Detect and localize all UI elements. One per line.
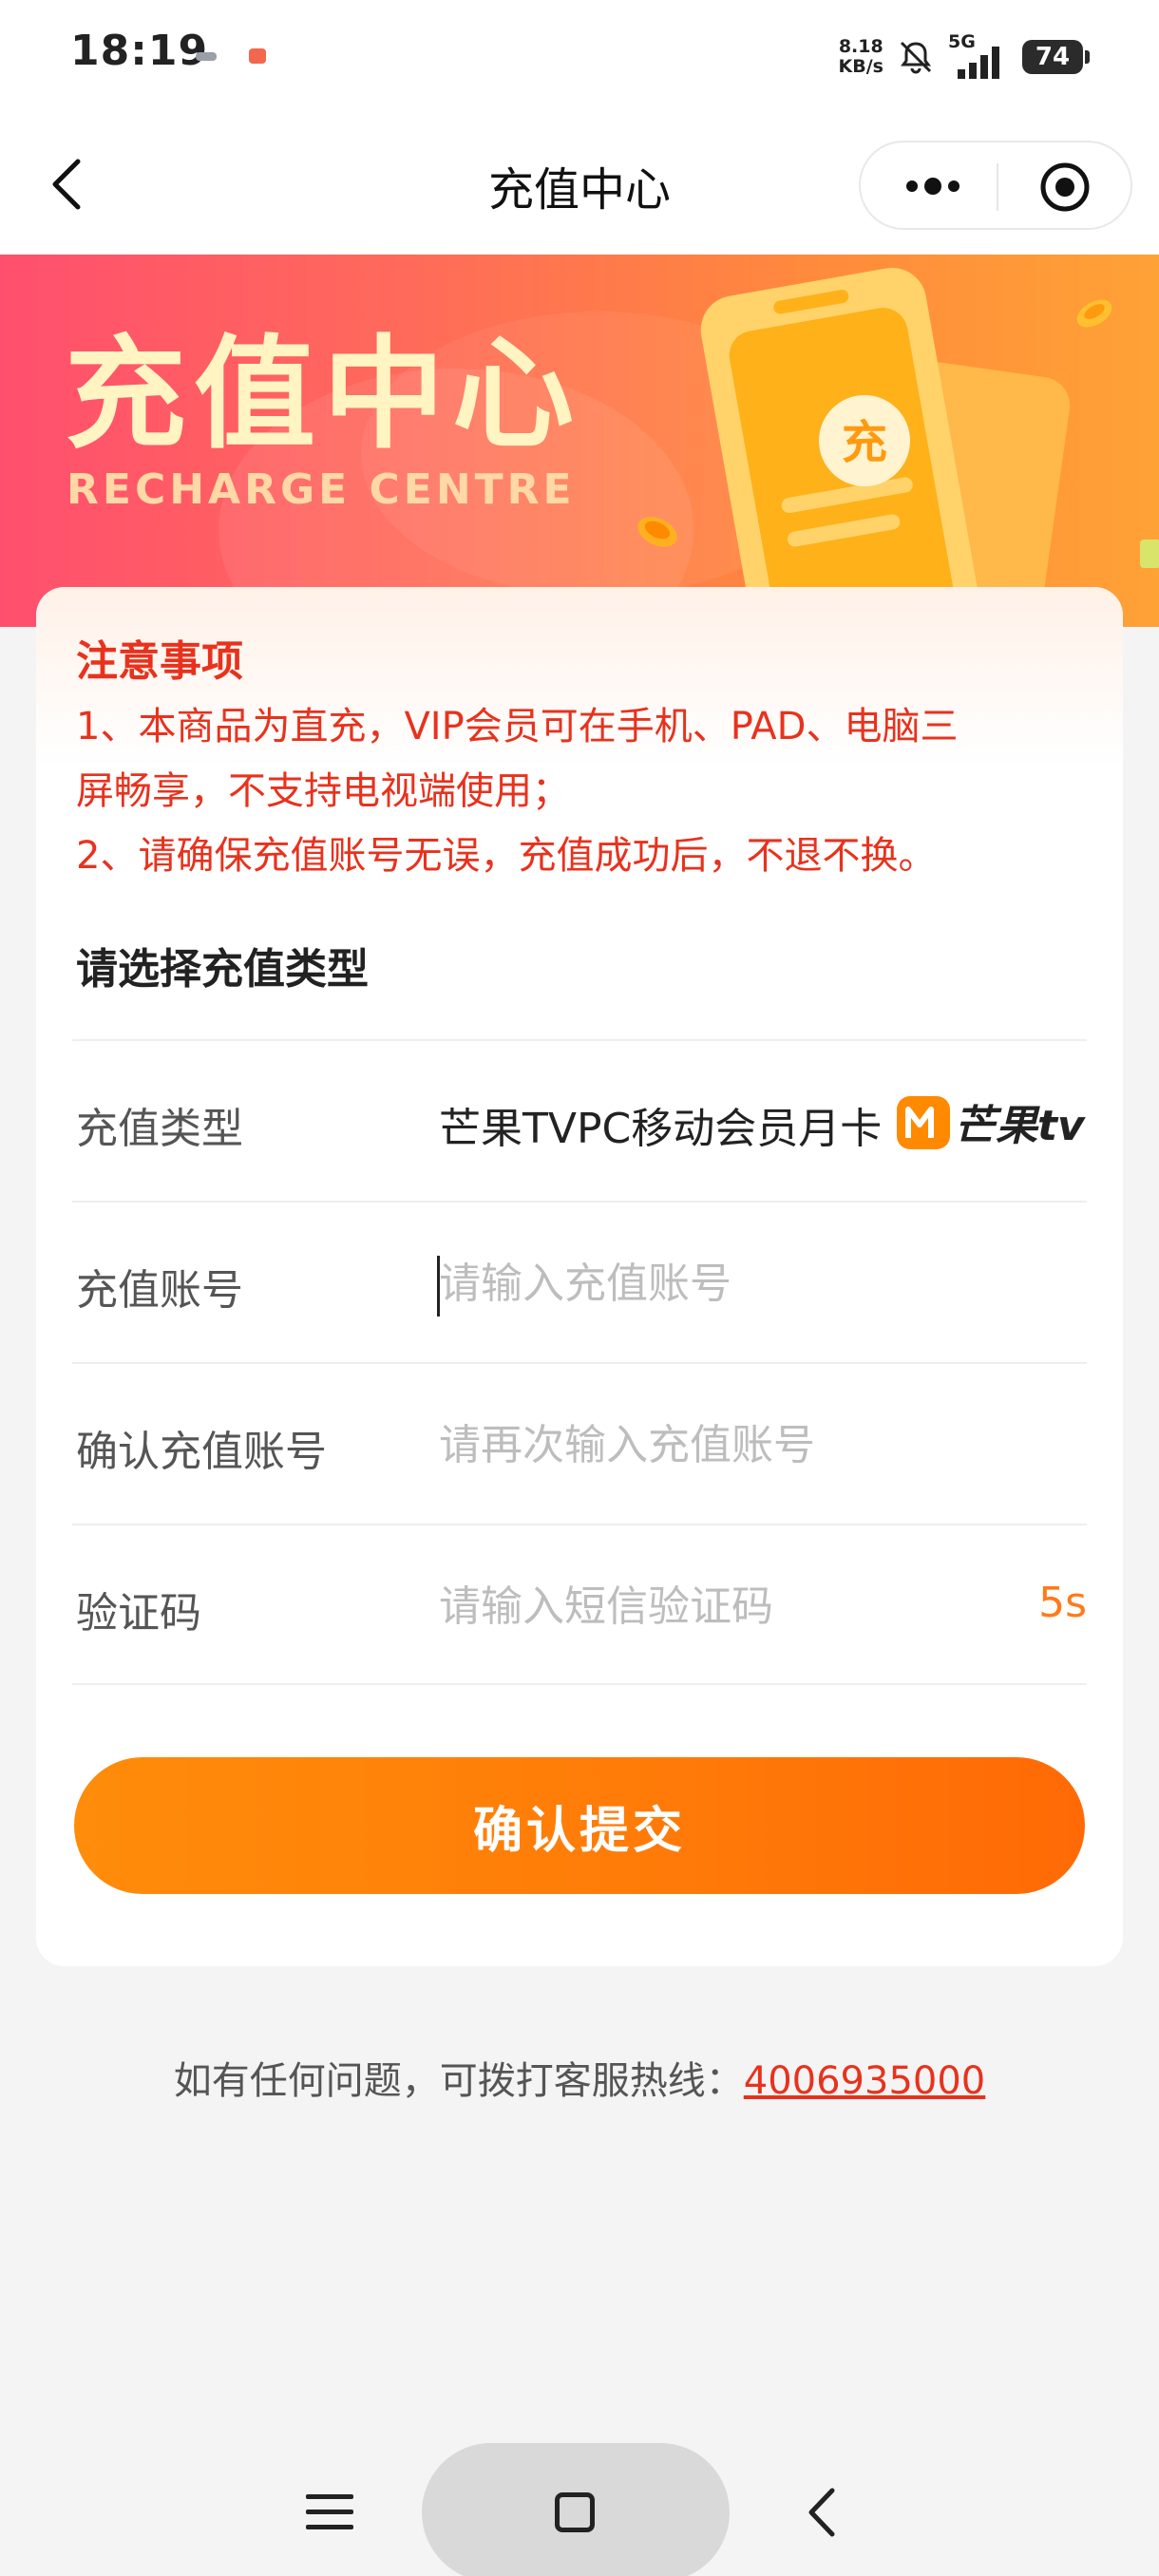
signal-icon: 5G <box>948 31 1009 79</box>
net-speed-unit: KB/s <box>838 56 884 77</box>
status-right: 8.18 KB/s 5G 74 <box>839 31 1090 82</box>
banner-subtitle: RECHARGE CENTRE <box>66 465 576 514</box>
home-icon <box>555 2492 595 2532</box>
account-row: 充值账号 <box>72 1201 1087 1362</box>
confirm-account-label: 确认充值账号 <box>76 1428 327 1476</box>
mango-tv-logo-text: 芒果tv <box>954 1102 1086 1150</box>
recharge-type-label: 充值类型 <box>76 1105 243 1153</box>
recharge-page: 18:19 8.18 KB/s 5G 74 充值中心 充值中心 RECHARGE… <box>0 0 1159 2576</box>
recharge-card: 注意事项 1、本商品为直充，VIP会员可在手机、PAD、电脑三 屏畅享，不支持电… <box>36 587 1123 1966</box>
banner-title: 充值中心 <box>65 324 582 465</box>
home-button[interactable] <box>422 2443 730 2576</box>
notice-line: 2、请确保充值账号无误，充值成功后，不退不换。 <box>76 834 937 878</box>
phone-illustration: 充 <box>637 267 1159 627</box>
system-nav-bar <box>0 2413 1159 2576</box>
net-speed: 8.18 KB/s <box>839 37 884 77</box>
banner-badge: 充 <box>842 416 887 469</box>
bell-off-icon <box>900 41 932 74</box>
section-title: 请选择充值类型 <box>76 945 369 994</box>
notification-icon <box>196 52 217 61</box>
status-time: 18:19 <box>70 27 209 75</box>
nav-bar: 充值中心 <box>0 114 1159 255</box>
menu-icon[interactable] <box>302 2489 357 2536</box>
status-bar: 18:19 8.18 KB/s 5G 74 <box>0 0 1159 114</box>
hotline: 如有任何问题，可拨打客服热线：4006935000 <box>0 2050 1159 2105</box>
notice-line: 1、本商品为直充，VIP会员可在手机、PAD、电脑三 <box>76 705 959 748</box>
account-label: 充值账号 <box>76 1266 243 1315</box>
hotline-number-link[interactable]: 4006935000 <box>744 2059 986 2103</box>
code-countdown: 5s <box>1038 1579 1087 1627</box>
mini-program-capsule <box>859 141 1132 230</box>
verification-code-row: 验证码 5s <box>72 1524 1087 1685</box>
net-speed-value: 8.18 <box>838 36 884 57</box>
battery-icon: 74 <box>1022 40 1090 74</box>
mango-tv-logo: 芒果tv <box>897 1096 1086 1150</box>
confirm-account-input[interactable] <box>439 1413 1028 1476</box>
screen-record-icon <box>249 48 266 64</box>
battery-level: 74 <box>1035 43 1071 71</box>
banner: 充值中心 RECHARGE CENTRE 充 <box>0 255 1159 627</box>
notice-line: 屏畅享，不支持电视端使用； <box>76 769 570 813</box>
confirm-account-row: 确认充值账号 <box>72 1362 1087 1524</box>
notice-title: 注意事项 <box>76 637 243 686</box>
account-input[interactable] <box>439 1252 1028 1315</box>
more-icon[interactable] <box>895 156 971 217</box>
capsule-divider <box>997 163 998 211</box>
hotline-label: 如有任何问题，可拨打客服热线： <box>173 2059 744 2103</box>
close-target-icon[interactable] <box>1037 160 1092 215</box>
verification-code-input[interactable] <box>439 1575 971 1638</box>
recharge-type-row[interactable]: 充值类型 芒果TVPC移动会员月卡 芒果tv <box>72 1039 1087 1201</box>
system-back-icon[interactable] <box>800 2483 846 2542</box>
recharge-type-value[interactable]: 芒果TVPC移动会员月卡 <box>439 1094 882 1155</box>
verification-code-label: 验证码 <box>76 1589 201 1638</box>
submit-button[interactable]: 确认提交 <box>74 1757 1085 1894</box>
